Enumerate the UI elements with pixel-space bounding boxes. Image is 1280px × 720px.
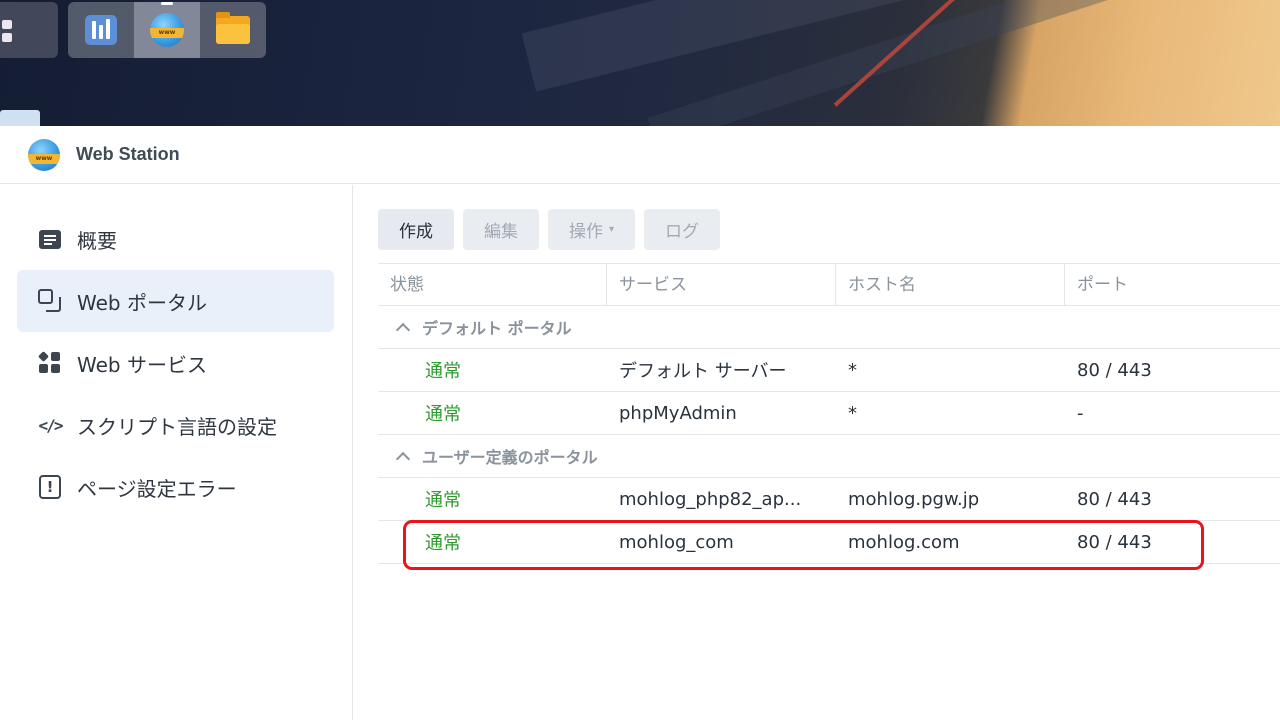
chevron-up-icon [395, 322, 411, 338]
desktop-folder-icon[interactable] [0, 106, 40, 126]
group-row-default-portal[interactable]: デフォルト ポータル [378, 306, 1280, 349]
window-title: Web Station [76, 144, 180, 164]
create-button[interactable]: 作成 [378, 209, 454, 250]
sidebar-item-web-portal[interactable]: Web ポータル [17, 270, 334, 332]
main-menu-button[interactable] [0, 2, 58, 58]
hostname-cell: * [848, 402, 857, 424]
portal-table: 状態 サービス ホスト名 ポート デフォルト ポータル 通常 デフォルト サーバ… [378, 263, 1280, 564]
window-titlebar: www Web Station [0, 126, 1280, 184]
hostname-cell: mohlog.pgw.jp [848, 488, 980, 510]
port-cell: 80 / 443 [1077, 531, 1152, 553]
service-cell: mohlog_php82_ap... [619, 488, 802, 510]
main-content: 作成 編集 操作 ▾ ログ 状態 サービス ホスト名 ポート デフォルト ポータ… [354, 185, 1280, 720]
sidebar-item-label: 概要 [77, 228, 117, 253]
table-row[interactable]: 通常 デフォルト サーバー * 80 / 443 [378, 349, 1280, 392]
web-portal-icon [37, 288, 63, 314]
sidebar-item-web-services[interactable]: Web サービス [17, 332, 334, 394]
sidebar-item-label: Web ポータル [77, 290, 207, 315]
sidebar-item-label: Web サービス [77, 352, 207, 377]
log-button[interactable]: ログ [644, 209, 721, 250]
web-station-icon: www [150, 13, 184, 47]
status-cell: 通常 [425, 533, 461, 554]
alert-icon: ! [37, 474, 63, 500]
overview-icon [37, 226, 63, 252]
sidebar-item-label: ページ設定エラー [77, 476, 237, 501]
code-icon: </> [38, 415, 64, 435]
service-cell: mohlog_com [619, 531, 734, 553]
port-cell: 80 / 443 [1077, 359, 1152, 381]
group-label: ユーザー定義のポータル [422, 448, 598, 467]
service-cell: phpMyAdmin [619, 402, 737, 424]
control-panel-icon [85, 15, 117, 45]
service-cell: デフォルト サーバー [619, 361, 787, 382]
port-cell: - [1077, 402, 1084, 424]
sidebar: 概要 Web ポータル Web サービス </> スクリプト言語の設定 ! ペー… [0, 185, 353, 720]
action-label: 操作 [569, 222, 603, 242]
column-header-status[interactable]: 状態 [378, 264, 607, 306]
table-header: 状態 サービス ホスト名 ポート [378, 263, 1280, 306]
sidebar-item-label: スクリプト言語の設定 [77, 414, 277, 439]
file-station-icon [216, 12, 250, 44]
taskbar-app-web-station[interactable]: www [134, 2, 200, 58]
edit-button[interactable]: 編集 [463, 209, 539, 250]
taskbar: www [68, 2, 266, 58]
sidebar-item-script-language[interactable]: </> スクリプト言語の設定 [17, 394, 334, 456]
table-row[interactable]: 通常 mohlog_php82_ap... mohlog.pgw.jp 80 /… [378, 478, 1280, 521]
chevron-up-icon [395, 451, 411, 467]
group-label: デフォルト ポータル [422, 319, 572, 338]
web-station-logo-icon: www [28, 138, 60, 171]
taskbar-app-control-panel[interactable] [68, 2, 134, 58]
table-row[interactable]: 通常 mohlog_com mohlog.com 80 / 443 [378, 521, 1280, 564]
hostname-cell: mohlog.com [848, 531, 960, 553]
column-header-hostname[interactable]: ホスト名 [836, 264, 1065, 306]
hostname-cell: * [848, 359, 857, 381]
port-cell: 80 / 443 [1077, 488, 1152, 510]
main-menu-icon [2, 20, 12, 42]
chevron-down-icon: ▾ [609, 224, 615, 235]
sidebar-item-overview[interactable]: 概要 [17, 208, 334, 270]
app-window: www Web Station 概要 Web ポータル Web サービス </>… [0, 126, 1280, 720]
desktop-wallpaper: www [0, 0, 1280, 126]
status-cell: 通常 [425, 404, 461, 425]
table-row[interactable]: 通常 phpMyAdmin * - [378, 392, 1280, 435]
taskbar-app-file-station[interactable] [200, 2, 266, 58]
status-cell: 通常 [425, 490, 461, 511]
sidebar-item-error-page[interactable]: ! ページ設定エラー [17, 456, 334, 518]
web-services-icon [37, 350, 63, 376]
column-header-port[interactable]: ポート [1065, 264, 1280, 306]
action-dropdown-button[interactable]: 操作 ▾ [548, 209, 636, 250]
column-header-service[interactable]: サービス [607, 264, 836, 306]
toolbar: 作成 編集 操作 ▾ ログ [378, 209, 721, 250]
group-row-user-defined-portal[interactable]: ユーザー定義のポータル [378, 435, 1280, 478]
status-cell: 通常 [425, 361, 461, 382]
